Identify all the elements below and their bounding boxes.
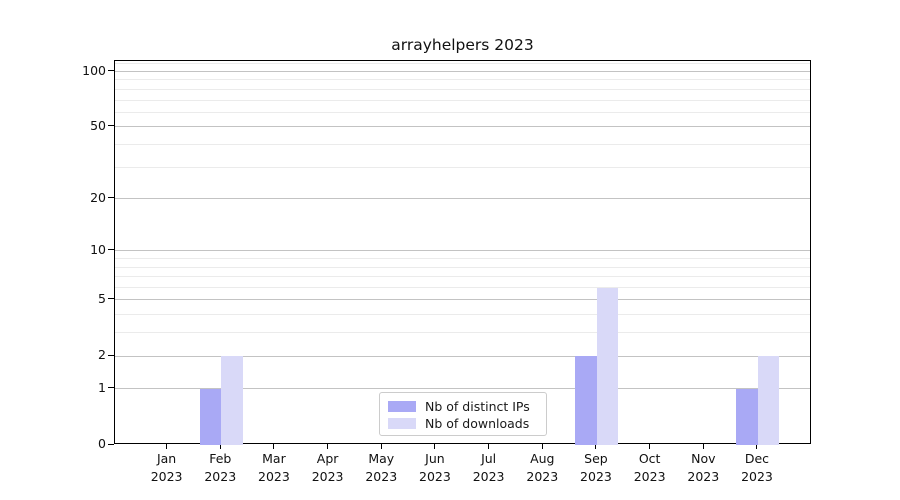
legend-label-distinct-ips: Nb of distinct IPs (425, 399, 530, 414)
x-tick-mark (542, 444, 543, 449)
x-tick-label: Dec2023 (725, 450, 789, 486)
gridline-minor (115, 276, 810, 277)
gridline-minor (115, 112, 810, 113)
bar-nb-of-downloads-sep (597, 288, 619, 445)
y-tick-mark (108, 125, 114, 126)
y-tick-label: 1 (14, 380, 106, 396)
gridline-minor (115, 63, 810, 64)
y-tick-mark (108, 387, 114, 388)
legend-swatch-downloads (388, 418, 416, 429)
y-tick-label: 10 (14, 242, 106, 258)
y-tick-label: 20 (14, 190, 106, 206)
gridline-major (115, 250, 810, 251)
bar-nb-of-distinct-ips-feb (200, 389, 222, 445)
y-tick-mark (108, 444, 114, 445)
x-tick-mark (649, 444, 650, 449)
legend-swatch-distinct-ips (388, 401, 416, 412)
x-tick-mark (273, 444, 274, 449)
x-tick-mark (166, 444, 167, 449)
gridline-major (115, 126, 810, 127)
gridline-minor (115, 258, 810, 259)
gridline-major (115, 71, 810, 72)
y-tick-mark (108, 355, 114, 356)
bar-nb-of-downloads-dec (758, 356, 780, 445)
gridline-minor (115, 89, 810, 90)
y-tick-label: 50 (14, 118, 106, 134)
bar-nb-of-downloads-feb (221, 356, 243, 445)
gridline-minor (115, 144, 810, 145)
y-tick-mark (108, 197, 114, 198)
plot-area (114, 60, 811, 444)
gridline-minor (115, 79, 810, 80)
y-tick-label: 5 (14, 291, 106, 307)
gridline-minor (115, 332, 810, 333)
y-tick-mark (108, 298, 114, 299)
gridline-major (115, 198, 810, 199)
chart-figure: arrayhelpers 2023 Nb of distinct IPs Nb … (0, 0, 900, 500)
gridline-minor (115, 100, 810, 101)
y-tick-label: 0 (14, 436, 106, 452)
y-tick-label: 2 (14, 347, 106, 363)
legend-item-distinct-ips: Nb of distinct IPs (388, 398, 540, 415)
gridline-minor (115, 287, 810, 288)
y-tick-mark (108, 70, 114, 71)
y-tick-label: 100 (14, 63, 106, 79)
x-tick-mark (703, 444, 704, 449)
legend-label-downloads: Nb of downloads (425, 416, 529, 431)
bar-nb-of-distinct-ips-sep (575, 356, 597, 445)
legend-item-downloads: Nb of downloads (388, 415, 540, 432)
gridline-minor (115, 314, 810, 315)
x-tick-mark (327, 444, 328, 449)
legend: Nb of distinct IPs Nb of downloads (379, 392, 547, 436)
x-tick-mark (381, 444, 382, 449)
gridline-major (115, 356, 810, 357)
bar-nb-of-distinct-ips-dec (736, 389, 758, 445)
y-tick-mark (108, 249, 114, 250)
x-tick-mark (434, 444, 435, 449)
x-tick-mark (488, 444, 489, 449)
gridline-minor (115, 267, 810, 268)
chart-title: arrayhelpers 2023 (114, 36, 811, 54)
gridline-minor (115, 167, 810, 168)
gridline-major (115, 299, 810, 300)
